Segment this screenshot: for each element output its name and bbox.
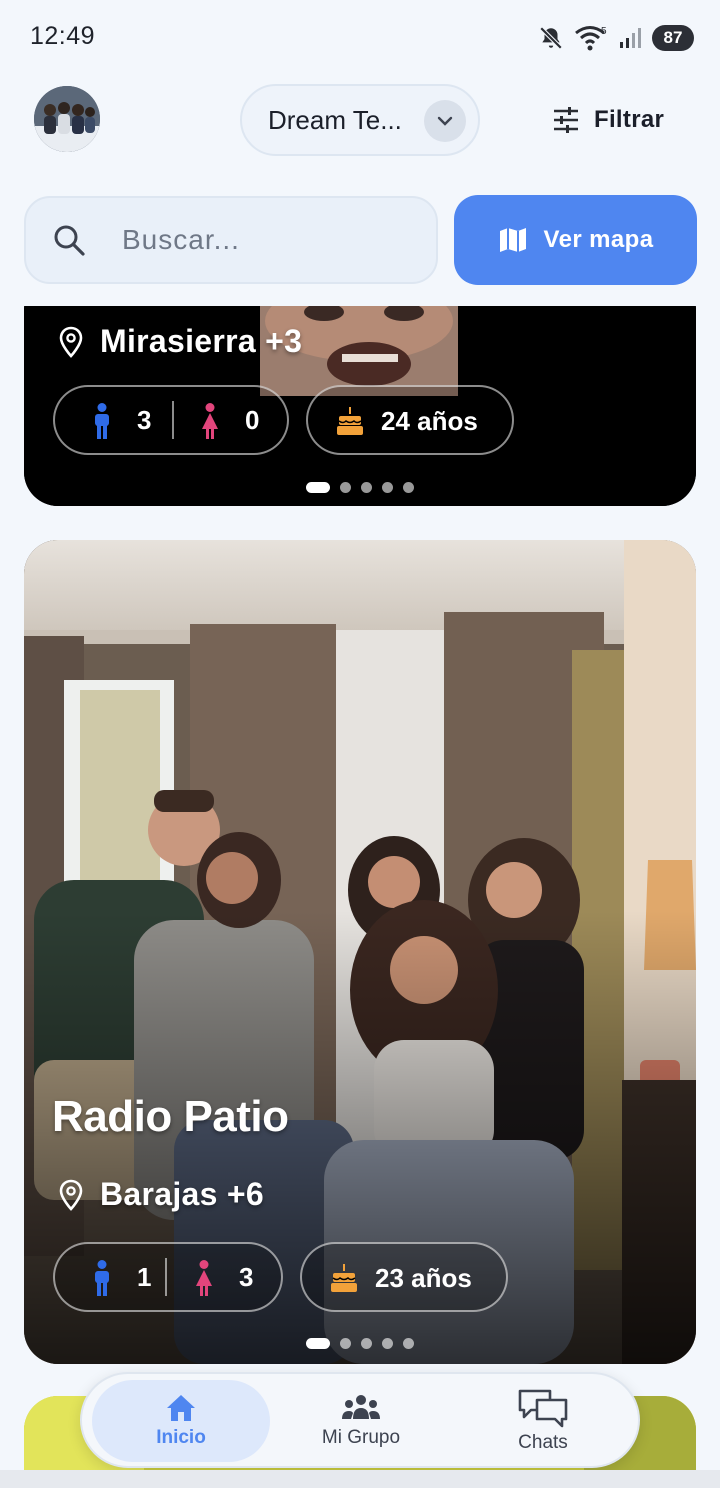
nav-chats[interactable]: Chats — [454, 1380, 632, 1462]
nav-chats-label: Chats — [518, 1432, 568, 1453]
network-tag-text: 5 — [601, 26, 607, 37]
group-feed[interactable]: Mirasierra +3 3 0 24 años Radio Patio Ba… — [0, 306, 720, 1488]
map-icon — [499, 228, 526, 252]
pagination-dot[interactable] — [340, 1338, 351, 1349]
pagination-dot[interactable] — [382, 1338, 393, 1349]
status-icons: 5 87 — [538, 22, 694, 54]
home-icon — [167, 1395, 195, 1421]
pagination-dot-active[interactable] — [306, 482, 330, 493]
pagination-dot[interactable] — [340, 482, 351, 493]
chevron-down-icon — [424, 100, 466, 142]
female-icon — [196, 1260, 212, 1296]
signal-icon — [620, 28, 641, 48]
photo-pagination[interactable] — [24, 1338, 696, 1349]
group-selector[interactable]: Dream Te... — [240, 84, 480, 156]
pagination-dot[interactable] — [403, 482, 414, 493]
group-card[interactable]: Mirasierra +3 3 0 24 años — [24, 306, 696, 506]
gender-count-pill: 1 3 — [53, 1242, 283, 1312]
card-location: Barajas +6 — [58, 1176, 264, 1213]
battery-indicator: 87 — [652, 25, 694, 51]
nav-my-group-label: Mi Grupo — [321, 1427, 401, 1448]
pill-divider — [172, 401, 174, 439]
status-bar: 12:49 5 87 — [0, 0, 720, 76]
age-pill: 24 años — [306, 385, 514, 455]
card-photo — [24, 540, 696, 1364]
card-location-text: Barajas +6 — [100, 1176, 265, 1212]
filter-button[interactable]: Filtrar — [552, 100, 664, 140]
filter-label: Filtrar — [594, 106, 665, 133]
mute-icon — [539, 26, 563, 50]
male-icon — [95, 1260, 109, 1296]
cake-icon — [337, 407, 363, 435]
chats-icon — [518, 1389, 568, 1428]
system-gesture-bar — [0, 1470, 720, 1488]
wifi-icon: 5 — [575, 26, 607, 51]
age-text: 24 años — [381, 406, 478, 436]
location-pin-icon — [59, 1179, 83, 1211]
female-count: 0 — [245, 405, 260, 435]
nav-home[interactable]: Inicio — [92, 1380, 270, 1462]
group-icon — [342, 1395, 380, 1419]
pagination-dot[interactable] — [403, 1338, 414, 1349]
pill-divider — [165, 1258, 167, 1296]
nav-my-group[interactable]: Mi Grupo — [272, 1380, 450, 1462]
group-name-title: Radio Patio — [52, 1092, 289, 1141]
search-input[interactable]: Buscar... — [24, 196, 438, 284]
group-card[interactable]: Radio Patio Barajas +6 1 3 23 años — [24, 540, 696, 1364]
location-pin-icon — [59, 326, 83, 358]
photo-pagination[interactable] — [24, 482, 696, 493]
female-icon — [202, 403, 218, 439]
bottom-navigation: Inicio Mi Grupo Chats — [80, 1372, 640, 1468]
gender-count-pill: 3 0 — [53, 385, 289, 455]
app-screen: 12:49 5 87 Dream Te... Filtrar Buscar...… — [0, 0, 720, 1488]
search-placeholder: Buscar... — [122, 224, 240, 255]
card-location: Mirasierra +3 — [58, 323, 302, 360]
search-icon — [54, 225, 85, 256]
pagination-dot[interactable] — [361, 1338, 372, 1349]
cake-icon — [331, 1264, 357, 1292]
male-count: 1 — [137, 1262, 152, 1292]
pagination-dot-active[interactable] — [306, 1338, 330, 1349]
status-time: 12:49 — [30, 22, 96, 50]
pagination-dot[interactable] — [361, 482, 372, 493]
avatar-photo — [34, 86, 100, 152]
female-count: 3 — [239, 1262, 254, 1292]
view-map-label: Ver mapa — [543, 226, 654, 253]
group-avatar[interactable] — [34, 86, 100, 152]
male-count: 3 — [137, 405, 152, 435]
view-map-button[interactable]: Ver mapa — [454, 195, 697, 285]
nav-home-label: Inicio — [156, 1427, 206, 1448]
age-pill: 23 años — [300, 1242, 508, 1312]
pagination-dot[interactable] — [382, 482, 393, 493]
group-name: Dream Te... — [268, 104, 402, 135]
age-text: 23 años — [375, 1263, 472, 1293]
card-location-text: Mirasierra +3 — [100, 323, 303, 359]
sliders-icon — [554, 107, 578, 133]
male-icon — [95, 403, 109, 439]
